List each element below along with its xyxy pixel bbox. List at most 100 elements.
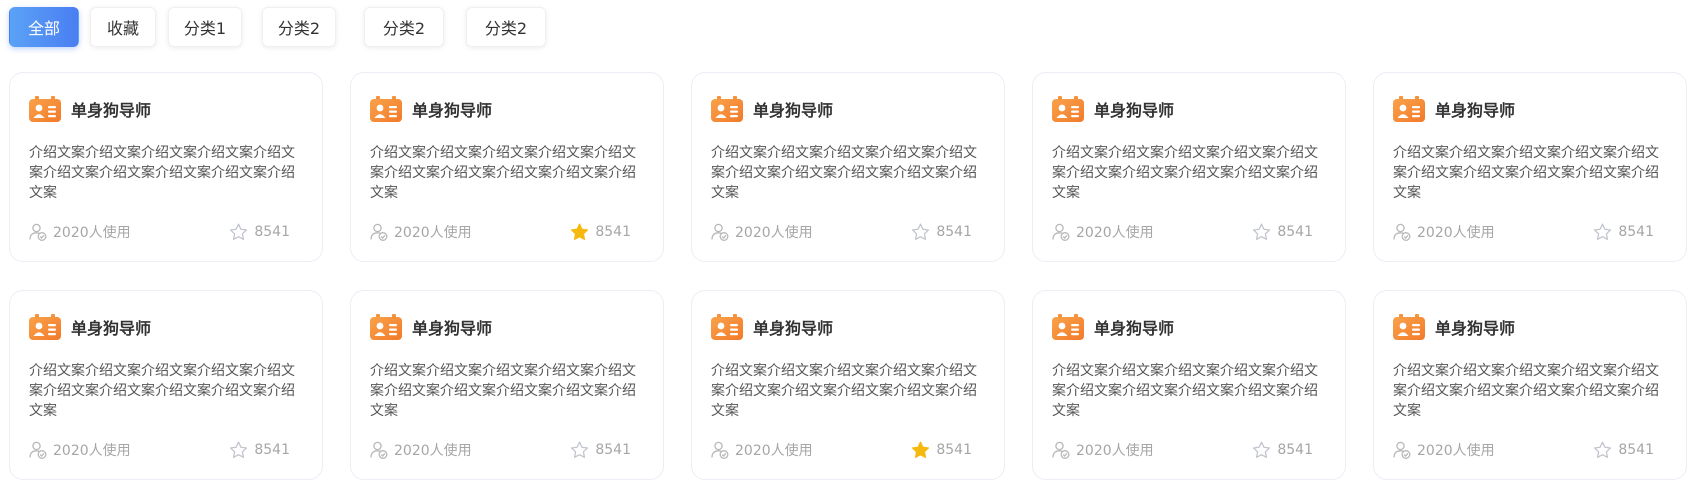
usage-label: 2020人使用: [1076, 443, 1154, 459]
assistant-card[interactable]: 单身狗导师 介绍文案介绍文案介绍文案介绍文案介绍文案介绍文案介绍文案介绍文案介绍…: [9, 72, 323, 262]
card-description: 介绍文案介绍文案介绍文案介绍文案介绍文案介绍文案介绍文案介绍文案介绍文案介绍文案: [29, 363, 295, 419]
assistant-card[interactable]: 单身狗导师 介绍文案介绍文案介绍文案介绍文案介绍文案介绍文案介绍文案介绍文案介绍…: [1032, 72, 1346, 262]
usage-count: 2020人使用: [711, 222, 813, 242]
user-check-icon: [711, 223, 729, 241]
favorite-count: 8541: [595, 224, 631, 240]
usage-label: 2020人使用: [1417, 225, 1495, 241]
card-description: 介绍文案介绍文案介绍文案介绍文案介绍文案介绍文案介绍文案介绍文案介绍文案介绍文案: [1052, 363, 1318, 419]
card-footer: 2020人使用 8541: [711, 221, 972, 243]
card-title: 单身狗导师: [1435, 319, 1516, 338]
tab-all[interactable]: 全部: [9, 7, 79, 47]
card-header: 单身狗导师: [370, 95, 492, 123]
card-description: 介绍文案介绍文案介绍文案介绍文案介绍文案介绍文案介绍文案介绍文案介绍文案介绍文案: [1393, 145, 1659, 201]
card-title: 单身狗导师: [1435, 101, 1516, 120]
card-title: 单身狗导师: [412, 319, 493, 338]
user-check-icon: [1393, 223, 1411, 241]
tab-category-1[interactable]: 分类1: [168, 7, 242, 47]
card-description: 介绍文案介绍文案介绍文案介绍文案介绍文案介绍文案介绍文案介绍文案介绍文案介绍文案: [29, 145, 295, 201]
star-icon: [912, 223, 930, 240]
favorite-toggle[interactable]: 8541: [229, 223, 290, 241]
card-footer: 2020人使用 8541: [29, 439, 290, 461]
usage-count: 2020人使用: [711, 440, 813, 460]
favorite-toggle[interactable]: 8541: [1593, 223, 1654, 241]
favorite-toggle[interactable]: 8541: [911, 441, 972, 459]
card-title: 单身狗导师: [412, 101, 493, 120]
assistant-card[interactable]: 单身狗导师 介绍文案介绍文案介绍文案介绍文案介绍文案介绍文案介绍文案介绍文案介绍…: [691, 72, 1005, 262]
favorite-toggle[interactable]: 8541: [229, 441, 290, 459]
usage-label: 2020人使用: [53, 443, 131, 459]
user-check-icon: [711, 441, 729, 459]
card-header: 单身狗导师: [1393, 313, 1515, 341]
star-icon: [1253, 441, 1271, 458]
usage-count: 2020人使用: [1393, 440, 1495, 460]
favorite-count: 8541: [595, 442, 631, 458]
user-check-icon: [370, 223, 388, 241]
user-check-icon: [29, 223, 47, 241]
favorite-toggle[interactable]: 8541: [570, 223, 631, 241]
tab-category-2-c[interactable]: 分类2: [466, 7, 546, 47]
usage-label: 2020人使用: [1076, 225, 1154, 241]
star-icon: [571, 441, 589, 458]
card-header: 单身狗导师: [1052, 313, 1174, 341]
card-header: 单身狗导师: [711, 95, 833, 123]
tab-category-2[interactable]: 分类2: [262, 7, 336, 47]
user-check-icon: [29, 441, 47, 459]
favorite-count: 8541: [254, 224, 290, 240]
id-card-icon: [29, 314, 61, 340]
favorite-count: 8541: [1277, 224, 1313, 240]
id-card-icon: [29, 96, 61, 122]
favorite-toggle[interactable]: 8541: [1252, 441, 1313, 459]
card-header: 单身狗导师: [29, 313, 151, 341]
card-description: 介绍文案介绍文案介绍文案介绍文案介绍文案介绍文案介绍文案介绍文案介绍文案介绍文案: [370, 363, 636, 419]
user-check-icon: [1393, 441, 1411, 459]
favorite-count: 8541: [1277, 442, 1313, 458]
card-footer: 2020人使用 8541: [711, 439, 972, 461]
card-title: 单身狗导师: [753, 319, 834, 338]
card-footer: 2020人使用 8541: [1052, 221, 1313, 243]
id-card-icon: [370, 96, 402, 122]
tab-category-2-b[interactable]: 分类2: [364, 7, 444, 47]
favorite-toggle[interactable]: 8541: [570, 441, 631, 459]
assistant-card[interactable]: 单身狗导师 介绍文案介绍文案介绍文案介绍文案介绍文案介绍文案介绍文案介绍文案介绍…: [1373, 72, 1687, 262]
card-header: 单身狗导师: [711, 313, 833, 341]
tab-favorites[interactable]: 收藏: [90, 7, 156, 47]
usage-count: 2020人使用: [29, 440, 131, 460]
favorite-toggle[interactable]: 8541: [911, 223, 972, 241]
star-icon: [1594, 223, 1612, 240]
favorite-toggle[interactable]: 8541: [1593, 441, 1654, 459]
id-card-icon: [1393, 96, 1425, 122]
card-description: 介绍文案介绍文案介绍文案介绍文案介绍文案介绍文案介绍文案介绍文案介绍文案介绍文案: [1052, 145, 1318, 201]
card-header: 单身狗导师: [1052, 95, 1174, 123]
card-title: 单身狗导师: [71, 101, 152, 120]
assistant-card[interactable]: 单身狗导师 介绍文案介绍文案介绍文案介绍文案介绍文案介绍文案介绍文案介绍文案介绍…: [350, 72, 664, 262]
usage-count: 2020人使用: [1393, 222, 1495, 242]
usage-label: 2020人使用: [735, 225, 813, 241]
favorite-count: 8541: [254, 442, 290, 458]
id-card-icon: [1052, 96, 1084, 122]
assistant-card[interactable]: 单身狗导师 介绍文案介绍文案介绍文案介绍文案介绍文案介绍文案介绍文案介绍文案介绍…: [1032, 290, 1346, 480]
star-icon: [912, 441, 930, 458]
card-footer: 2020人使用 8541: [29, 221, 290, 243]
assistant-card[interactable]: 单身狗导师 介绍文案介绍文案介绍文案介绍文案介绍文案介绍文案介绍文案介绍文案介绍…: [350, 290, 664, 480]
card-title: 单身狗导师: [1094, 319, 1175, 338]
card-description: 介绍文案介绍文案介绍文案介绍文案介绍文案介绍文案介绍文案介绍文案介绍文案介绍文案: [370, 145, 636, 201]
assistant-card[interactable]: 单身狗导师 介绍文案介绍文案介绍文案介绍文案介绍文案介绍文案介绍文案介绍文案介绍…: [691, 290, 1005, 480]
card-footer: 2020人使用 8541: [1052, 439, 1313, 461]
star-icon: [571, 223, 589, 240]
usage-label: 2020人使用: [1417, 443, 1495, 459]
usage-label: 2020人使用: [394, 225, 472, 241]
assistant-card[interactable]: 单身狗导师 介绍文案介绍文案介绍文案介绍文案介绍文案介绍文案介绍文案介绍文案介绍…: [1373, 290, 1687, 480]
assistant-card[interactable]: 单身狗导师 介绍文案介绍文案介绍文案介绍文案介绍文案介绍文案介绍文案介绍文案介绍…: [9, 290, 323, 480]
card-header: 单身狗导师: [29, 95, 151, 123]
user-check-icon: [1052, 223, 1070, 241]
id-card-icon: [711, 96, 743, 122]
usage-count: 2020人使用: [370, 222, 472, 242]
star-icon: [230, 223, 248, 240]
usage-label: 2020人使用: [735, 443, 813, 459]
card-footer: 2020人使用 8541: [370, 221, 631, 243]
favorite-toggle[interactable]: 8541: [1252, 223, 1313, 241]
card-footer: 2020人使用 8541: [1393, 221, 1654, 243]
usage-count: 2020人使用: [1052, 440, 1154, 460]
card-description: 介绍文案介绍文案介绍文案介绍文案介绍文案介绍文案介绍文案介绍文案介绍文案介绍文案: [711, 363, 977, 419]
usage-count: 2020人使用: [29, 222, 131, 242]
